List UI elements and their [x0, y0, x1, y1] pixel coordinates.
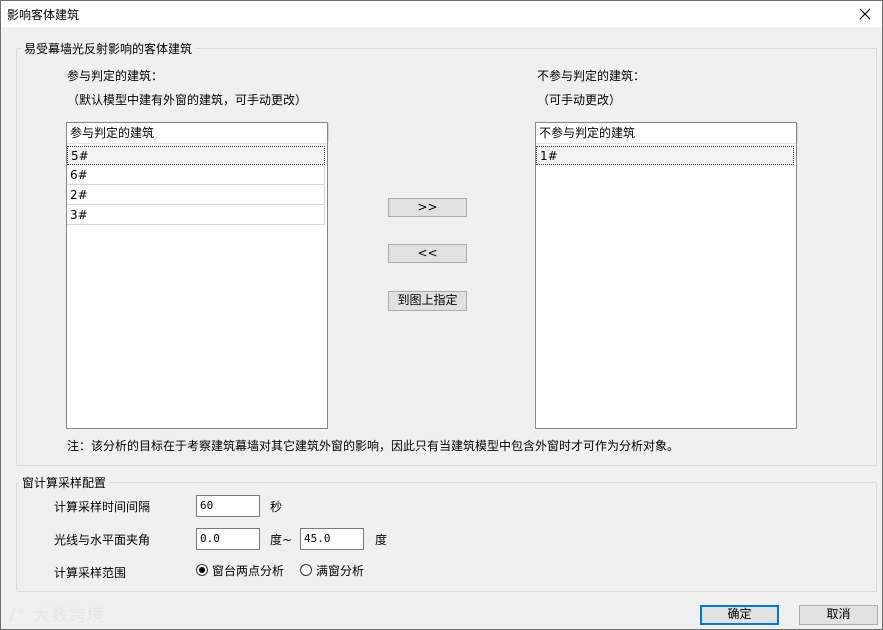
angle-min-input[interactable]: 0.0 [196, 528, 260, 550]
angle-max-input[interactable]: 45.0 [300, 528, 364, 550]
radio-checked-icon[interactable] [196, 564, 208, 576]
list-item[interactable]: 1# [536, 146, 794, 165]
excluded-label: 不参与判定的建筑： [537, 69, 646, 83]
list-item[interactable]: 5# [67, 146, 325, 165]
move-left-button[interactable]: << [388, 244, 467, 263]
interval-input[interactable]: 60 [196, 495, 260, 517]
column-header-included[interactable]: 参与判定的建筑 [67, 123, 329, 143]
radio-unchecked-icon[interactable] [300, 564, 312, 576]
included-label: 参与判定的建筑： [67, 69, 164, 83]
ok-button[interactable]: 确定 [700, 605, 779, 625]
title-bar: 影响客体建筑 [1, 1, 882, 27]
interval-unit: 秒 [270, 500, 283, 514]
included-sublabel: （默认模型中建有外窗的建筑，可手动更改） [67, 93, 308, 107]
excluded-buildings-list[interactable]: 不参与判定的建筑 1# [535, 122, 798, 429]
watermark-logo: ℓ° 大数跨境 [9, 601, 105, 626]
excluded-sublabel: （可手动更改） [537, 93, 622, 107]
radio-label-sill: 窗台两点分析 [212, 564, 285, 578]
list-header: 参与判定的建筑 [67, 123, 329, 144]
range-label: 计算采样范围 [54, 566, 127, 580]
cancel-button[interactable]: 取消 [799, 605, 878, 625]
included-buildings-list[interactable]: 参与判定的建筑 5# 6# 2# 3# [66, 122, 329, 429]
list-item[interactable]: 6# [67, 166, 325, 185]
window-title: 影响客体建筑 [7, 8, 80, 22]
note-text: 注：该分析的目标在于考察建筑幕墙对其它建筑外窗的影响，因此只有当建筑模型中包含外… [67, 439, 680, 453]
list-header: 不参与判定的建筑 [536, 123, 798, 144]
dialog: 影响客体建筑 易受幕墙光反射影响的客体建筑 参与判定的建筑： （默认模型中建有外… [0, 0, 883, 630]
radio-sill-two-points[interactable]: 窗台两点分析 [196, 562, 292, 578]
list-item[interactable]: 2# [67, 186, 325, 205]
radio-full-window[interactable]: 满窗分析 [300, 562, 370, 578]
watermark-icon: ℓ° [9, 606, 27, 626]
groupbox-legend-affected: 易受幕墙光反射影响的客体建筑 [21, 40, 196, 57]
pick-on-drawing-button[interactable]: 到图上指定 [388, 291, 467, 311]
list-item[interactable]: 3# [67, 206, 325, 225]
angle-max-unit: 度 [375, 533, 388, 547]
watermark-text: 大数跨境 [32, 606, 105, 626]
column-header-excluded[interactable]: 不参与判定的建筑 [536, 123, 798, 143]
groupbox-legend-sampling: 窗计算采样配置 [19, 474, 110, 491]
angle-min-unit: 度~ [270, 533, 293, 547]
interval-label: 计算采样时间间隔 [54, 500, 151, 514]
close-icon [859, 8, 870, 20]
radio-label-full: 满窗分析 [316, 564, 365, 578]
close-button[interactable] [847, 1, 882, 27]
move-right-button[interactable]: >> [388, 198, 467, 217]
angle-label: 光线与水平面夹角 [54, 533, 151, 547]
